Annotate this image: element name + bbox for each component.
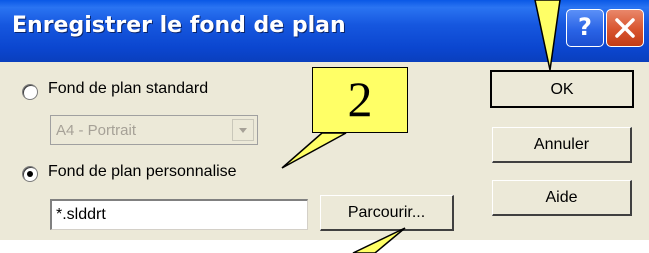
annotation-arrow-ok	[534, 0, 561, 71]
annotation-arrows	[281, 0, 561, 253]
annotation-arrow-browse	[352, 227, 406, 253]
annotation-arrow-custom-option	[281, 132, 347, 169]
